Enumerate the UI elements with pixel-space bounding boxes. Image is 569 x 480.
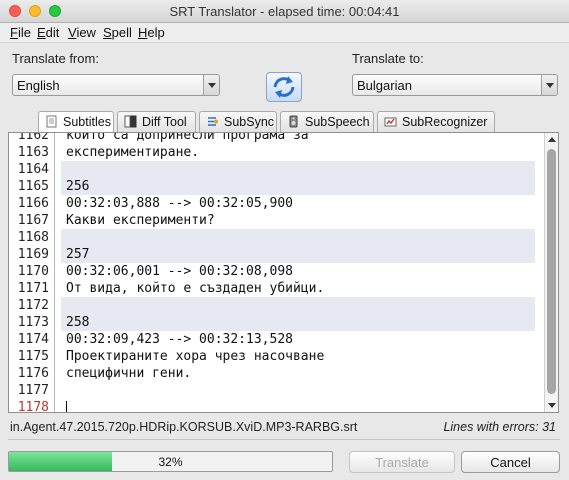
tab-subspeech[interactable]: SubSpeech — [280, 111, 374, 132]
source-language-select[interactable]: English — [12, 74, 220, 96]
editor-lines: 1162 които са допринесли програма за 1163 е… — [9, 132, 558, 413]
line-text: Проектираните хора чрез насочване — [66, 349, 325, 364]
menu-edit[interactable]: Edit — [37, 25, 59, 40]
line-number: 1168 — [17, 230, 49, 245]
line-number: 1177 — [17, 383, 49, 398]
line-text: 258 — [66, 315, 90, 330]
line-text: експериментиране. — [66, 145, 200, 160]
line-number: 1174 — [17, 332, 49, 347]
document-icon — [46, 115, 57, 128]
editor-line[interactable]: 1175 Проектираните хора чрез насочване — [9, 348, 558, 365]
file-name: in.Agent.47.2015.720p.HDRip.KORSUB.XviD.… — [10, 420, 358, 434]
line-highlight — [61, 178, 535, 195]
editor-line[interactable]: 1162 които са допринесли програма за — [9, 132, 558, 144]
line-text: Какви експерименти? — [66, 213, 215, 228]
editor-line[interactable]: 1167 Какви експерименти? — [9, 212, 558, 229]
line-highlight — [61, 297, 535, 314]
vertical-scrollbar[interactable] — [544, 133, 558, 412]
line-text: специфични гени. — [66, 366, 192, 381]
line-number: 1164 — [17, 162, 49, 177]
line-highlight — [61, 246, 535, 263]
line-number: 1165 — [17, 179, 49, 194]
tab-diff-tool[interactable]: Diff Tool — [117, 111, 196, 132]
editor-line[interactable]: 1174 00:32:09,423 --> 00:32:13,528 — [9, 331, 558, 348]
line-highlight — [61, 229, 535, 246]
subtitle-editor[interactable]: 1162 които са допринесли програма за 1163 е… — [8, 132, 559, 413]
editor-line[interactable]: 1169 257 — [9, 246, 558, 263]
line-number: 1162 — [17, 132, 49, 143]
line-text: 00:32:03,888 --> 00:32:05,900 — [66, 196, 293, 211]
scroll-down-icon[interactable] — [548, 403, 556, 408]
divider — [8, 439, 560, 440]
line-text: От вида, който е създаден убийци. — [66, 281, 325, 296]
line-highlight — [61, 161, 535, 178]
editor-line[interactable]: 1163 експериментиране. — [9, 144, 558, 161]
tab-subtitles[interactable]: Subtitles — [38, 111, 114, 133]
tab-subrecognizer[interactable]: SubRecognizer — [377, 111, 495, 132]
title-bar: SRT Translator - elapsed time: 00:04:41 — [0, 0, 569, 23]
line-text: 00:32:06,001 --> 00:32:08,098 — [66, 264, 293, 279]
editor-line[interactable]: 1170 00:32:06,001 --> 00:32:08,098 — [9, 263, 558, 280]
translate-from-label: Translate from: — [12, 51, 99, 66]
window-title: SRT Translator - elapsed time: 00:04:41 — [169, 4, 400, 19]
line-number: 1170 — [17, 264, 49, 279]
line-number: 1178 — [17, 400, 49, 413]
line-number: 1171 — [17, 281, 49, 296]
tab-subsync[interactable]: SubSync — [199, 111, 277, 132]
diff-icon — [124, 115, 137, 128]
swap-languages-button[interactable] — [266, 72, 302, 102]
editor-line[interactable]: 1165 256 — [9, 178, 558, 195]
menu-view[interactable]: View — [68, 25, 96, 40]
editor-line[interactable]: 1164 — [9, 161, 558, 178]
text-caret — [66, 401, 67, 412]
editor-line[interactable]: 1176 специфични гени. — [9, 365, 558, 382]
line-number: 1173 — [17, 315, 49, 330]
line-number: 1175 — [17, 349, 49, 364]
translate-button[interactable]: Translate — [349, 451, 455, 473]
error-count: Lines with errors: 31 — [443, 420, 556, 434]
line-number: 1169 — [17, 247, 49, 262]
menu-help[interactable]: Help — [138, 25, 165, 40]
menu-file[interactable]: File — [10, 25, 31, 40]
scroll-up-icon[interactable] — [548, 137, 556, 142]
scrollbar-thumb[interactable] — [547, 149, 556, 394]
line-highlight — [61, 314, 535, 331]
line-text: 257 — [66, 247, 90, 262]
line-number: 1172 — [17, 298, 49, 313]
translate-to-label: Translate to: — [352, 51, 424, 66]
sync-icon — [208, 117, 218, 126]
target-language-select[interactable]: Bulgarian — [352, 74, 558, 96]
progress-label: 32% — [158, 455, 183, 469]
editor-line[interactable]: 1172 — [9, 297, 558, 314]
line-number: 1166 — [17, 196, 49, 211]
cancel-button[interactable]: Cancel — [461, 451, 560, 473]
editor-line[interactable]: 1178 — [9, 399, 558, 413]
line-text: 00:32:09,423 --> 00:32:13,528 — [66, 332, 293, 347]
swap-icon — [273, 76, 295, 98]
line-number: 1176 — [17, 366, 49, 381]
line-number: 1167 — [17, 213, 49, 228]
editor-line[interactable]: 1177 — [9, 382, 558, 399]
menu-bar: File Edit View Spell Help — [0, 23, 569, 43]
speaker-icon — [289, 115, 298, 128]
menu-spell[interactable]: Spell — [103, 25, 132, 40]
editor-line[interactable]: 1166 00:32:03,888 --> 00:32:05,900 — [9, 195, 558, 212]
tab-bar: Subtitles Diff Tool SubSync SubSpeech Su… — [0, 111, 569, 133]
line-text: които са допринесли програма за — [66, 132, 309, 143]
editor-line[interactable]: 1173 258 — [9, 314, 558, 331]
editor-line[interactable]: 1171 От вида, който е създаден убийци. — [9, 280, 558, 297]
line-text: 256 — [66, 179, 90, 194]
line-number: 1163 — [17, 145, 49, 160]
chevron-down-icon — [203, 75, 219, 95]
editor-line[interactable]: 1168 — [9, 229, 558, 246]
recognizer-icon — [384, 117, 397, 127]
progress-bar: 32% — [8, 451, 333, 472]
chevron-down-icon — [541, 75, 557, 95]
